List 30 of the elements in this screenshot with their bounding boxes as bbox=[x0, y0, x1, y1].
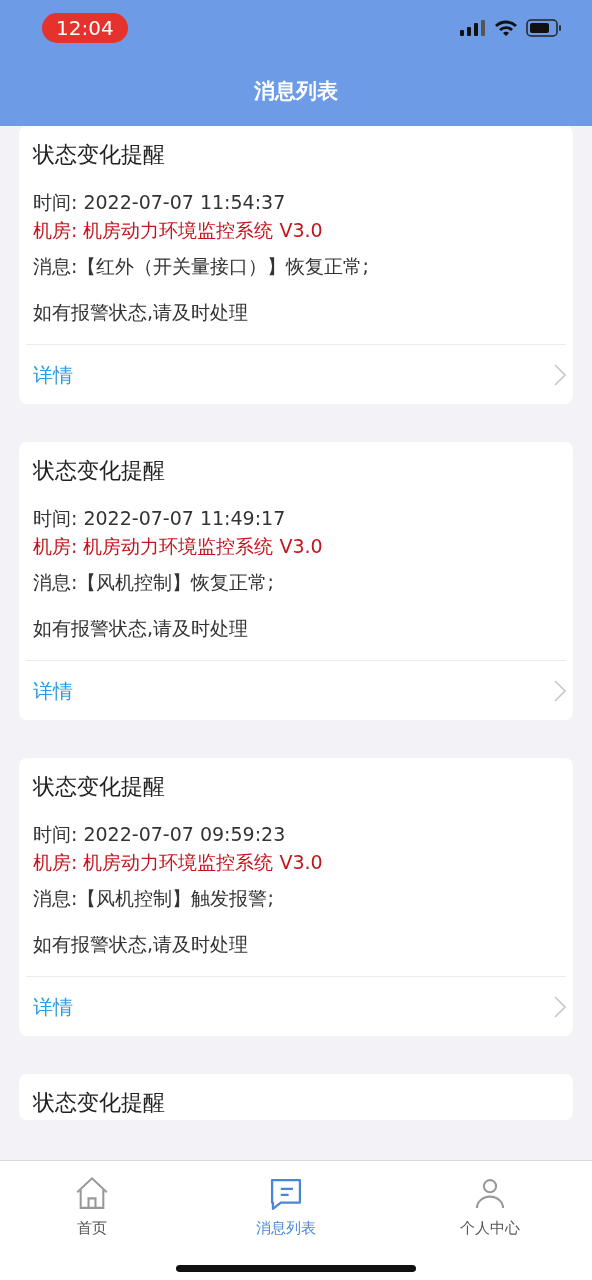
hint-text: 如有报警状态,请及时处理 bbox=[33, 300, 250, 325]
message-text: 消息:【风机控制】触发报警; bbox=[33, 886, 275, 911]
tab-item[interactable]: 消息列表 bbox=[246, 1169, 326, 1246]
room-text: 机房: 机房动力环境监控系统 V3.0 bbox=[33, 218, 324, 243]
time-text: 时间: 2022-07-07 09:59:23 bbox=[33, 822, 287, 847]
detail-link[interactable]: 详情 bbox=[26, 660, 566, 720]
wifi-icon bbox=[494, 19, 518, 37]
hint-text: 如有报警状态,请及时处理 bbox=[33, 932, 250, 957]
room-text: 机房: 机房动力环境监控系统 V3.0 bbox=[33, 534, 324, 559]
chevron-right-icon bbox=[554, 679, 566, 702]
tab-item[interactable]: 个人中心 bbox=[450, 1169, 530, 1246]
detail-link[interactable]: 详情 bbox=[26, 976, 566, 1036]
card-title: 状态变化提醒 bbox=[33, 1089, 166, 1117]
card-title: 状态变化提醒 bbox=[33, 141, 166, 169]
time-text: 时间: 2022-07-07 11:54:37 bbox=[33, 190, 287, 215]
signal-icon bbox=[460, 20, 486, 36]
battery-icon bbox=[526, 19, 562, 37]
chevron-right-icon bbox=[554, 995, 566, 1018]
room-text: 机房: 机房动力环境监控系统 V3.0 bbox=[33, 850, 324, 875]
time-text: 时间: 2022-07-07 11:49:17 bbox=[33, 506, 287, 531]
card-title: 状态变化提醒 bbox=[33, 773, 166, 801]
message-text: 消息:【红外（开关量接口）】恢复正常; bbox=[33, 254, 370, 279]
detail-link[interactable]: 详情 bbox=[26, 344, 566, 404]
status-time: 12:04 bbox=[42, 13, 128, 43]
page-title: 消息列表 bbox=[254, 78, 338, 105]
message-text: 消息:【风机控制】恢复正常; bbox=[33, 570, 275, 595]
hint-text: 如有报警状态,请及时处理 bbox=[33, 616, 250, 641]
chevron-right-icon bbox=[554, 363, 566, 386]
tab-item[interactable]: 首页 bbox=[62, 1169, 122, 1246]
card-title: 状态变化提醒 bbox=[33, 457, 166, 485]
